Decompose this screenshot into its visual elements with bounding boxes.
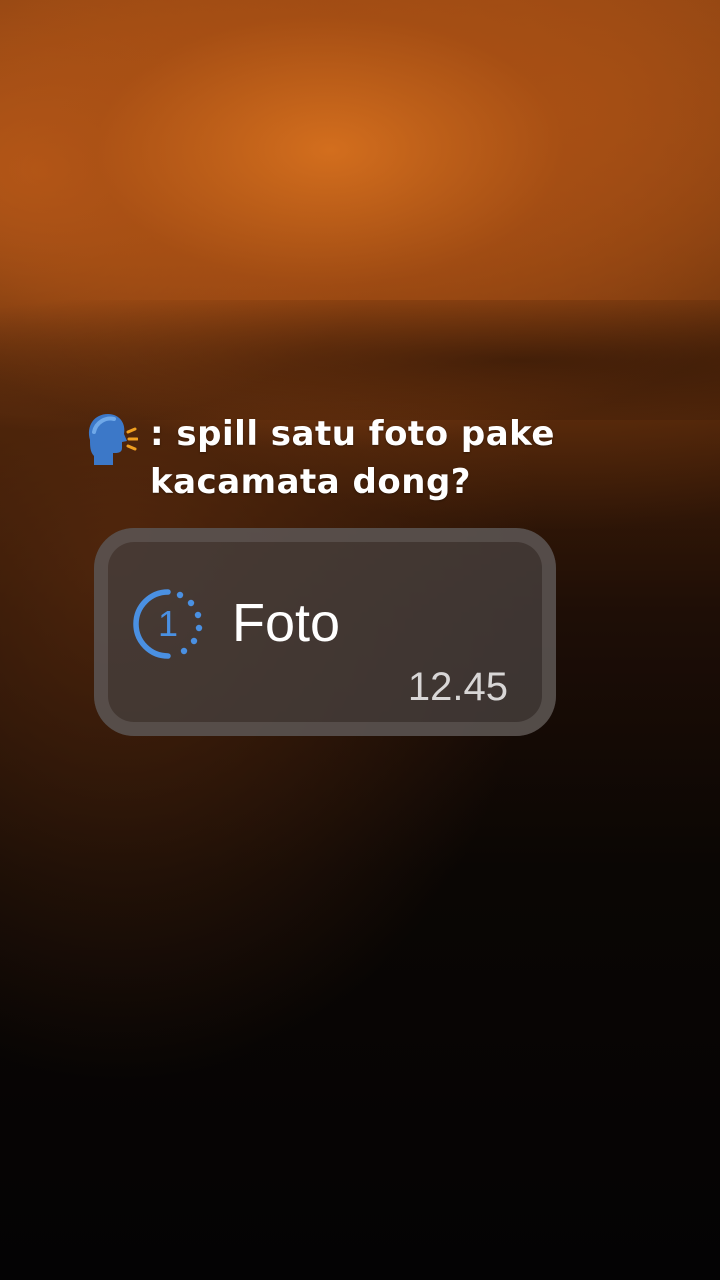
view-once-count: 1	[158, 603, 178, 644]
message-label: Foto	[232, 593, 341, 653]
message-timestamp: 12.45	[407, 665, 508, 709]
background-shadow	[0, 300, 720, 420]
video-frame: : spill satu foto pake kacamata dong? 1 …	[0, 0, 720, 1280]
view-once-icon[interactable]: 1	[130, 586, 206, 662]
view-once-photo-message[interactable]: 1 Foto 12.45	[94, 528, 556, 736]
caption-text: : spill satu foto pake kacamata dong?	[150, 414, 555, 502]
caption-overlay: : spill satu foto pake kacamata dong?	[80, 410, 680, 506]
speaking-head-icon	[88, 414, 138, 465]
